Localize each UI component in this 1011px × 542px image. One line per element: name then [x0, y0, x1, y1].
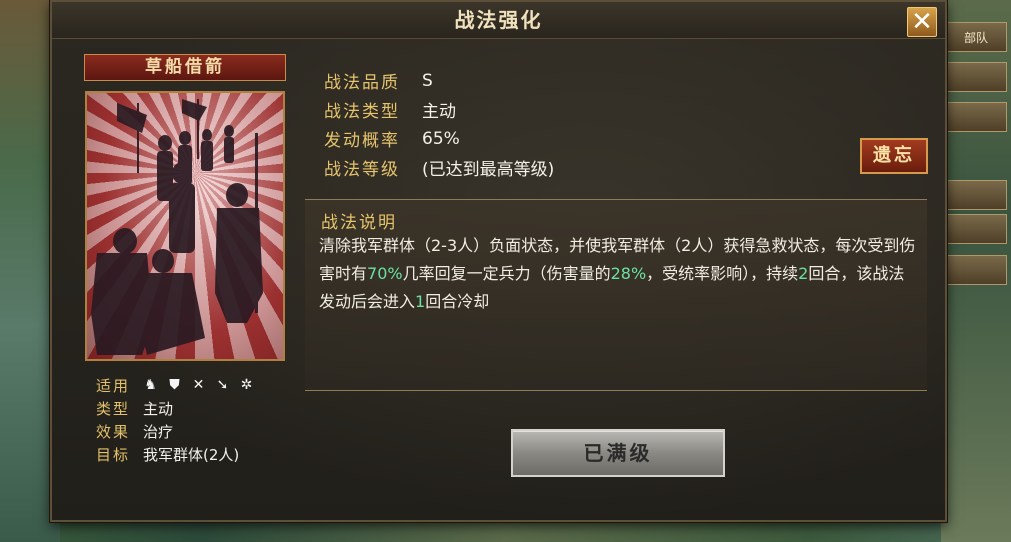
- description-title: 战法说明: [321, 213, 397, 233]
- chance-label: 发动概率: [324, 131, 400, 151]
- target-value: 我军群体(2人): [143, 446, 240, 464]
- tactic-enhance-dialog: 战法强化 ✕ 草船借箭 适用 ♞ ⛊ ✕ ➘ ✲ 类型 主动 效果 治疗 目标 …: [50, 0, 947, 522]
- applicable-row: 适用 ♞ ⛊ ✕ ➘ ✲: [96, 374, 316, 397]
- tactic-name: 草船借箭: [84, 54, 286, 81]
- shield-icon: ⛊: [169, 377, 180, 393]
- side-tag[interactable]: [945, 102, 1007, 132]
- dialog-title: 战法强化: [454, 8, 543, 32]
- type-label: 类型: [96, 400, 131, 418]
- forget-button[interactable]: 遗忘: [860, 138, 928, 174]
- tactic-card-art: [85, 91, 285, 361]
- side-tag-label: 部队: [963, 30, 988, 45]
- tactic-info: 战法品质 S 战法类型 主动 发动概率 65% 战法等级 (已达到最高等级): [324, 66, 554, 182]
- chance-row: 发动概率 65%: [324, 124, 554, 153]
- quality-row: 战法品质 S: [324, 66, 554, 95]
- soldiers-silhouette-illustration: [91, 99, 263, 355]
- desc-segment: 回合冷却: [425, 292, 490, 311]
- desc-segment: ，受统率影响），持续: [646, 264, 799, 283]
- max-level-button[interactable]: 已满级: [511, 429, 725, 477]
- effect-value: 治疗: [143, 423, 174, 441]
- level-label: 战法等级: [324, 160, 400, 180]
- chance-value: 65%: [422, 128, 460, 149]
- desc-segment: 几率回复一定兵力（伤害量的: [402, 264, 611, 283]
- card-meta: 适用 ♞ ⛊ ✕ ➘ ✲ 类型 主动 效果 治疗 目标 我军群体(2人): [96, 374, 316, 466]
- desc-highlight: 28%: [610, 264, 647, 283]
- quality-label: 战法品质: [324, 73, 400, 93]
- wheel-icon: ✲: [240, 377, 253, 393]
- side-tag-troops[interactable]: 部队: [945, 22, 1007, 52]
- side-tag[interactable]: [945, 255, 1007, 285]
- type-row: 类型 主动: [96, 397, 316, 420]
- effect-label: 效果: [96, 423, 131, 441]
- level-value: (已达到最高等级): [422, 160, 555, 180]
- desc-highlight: 70%: [367, 264, 403, 283]
- target-row: 目标 我军群体(2人): [96, 443, 316, 466]
- spear-icon: ➘: [216, 377, 229, 393]
- side-tag[interactable]: [945, 214, 1007, 244]
- side-tag[interactable]: [945, 62, 1007, 92]
- type-row: 战法类型 主动: [324, 95, 554, 124]
- desc-highlight: 2: [798, 264, 809, 283]
- quality-value: S: [422, 70, 433, 91]
- cavalry-icon: ♞: [144, 377, 157, 393]
- target-label: 目标: [96, 446, 131, 464]
- bow-icon: ✕: [192, 377, 205, 393]
- description-panel: 战法说明 清除我军群体（2-3人）负面状态，并使我军群体（2人）获得急救状态，每…: [305, 199, 927, 391]
- description-text: 清除我军群体（2-3人）负面状态，并使我军群体（2人）获得急救状态，每次受到伤害…: [319, 232, 919, 316]
- close-button[interactable]: ✕: [907, 7, 937, 37]
- type-value: 主动: [143, 400, 174, 418]
- applicable-label: 适用: [96, 377, 131, 395]
- tactic-type-value: 主动: [422, 102, 456, 122]
- desc-highlight: 1: [415, 292, 426, 311]
- level-row: 战法等级 (已达到最高等级): [324, 153, 554, 182]
- side-tag[interactable]: [945, 180, 1007, 210]
- map-background-right: 部队: [941, 0, 1011, 542]
- effect-row: 效果 治疗: [96, 420, 316, 443]
- tactic-type-label: 战法类型: [324, 102, 400, 122]
